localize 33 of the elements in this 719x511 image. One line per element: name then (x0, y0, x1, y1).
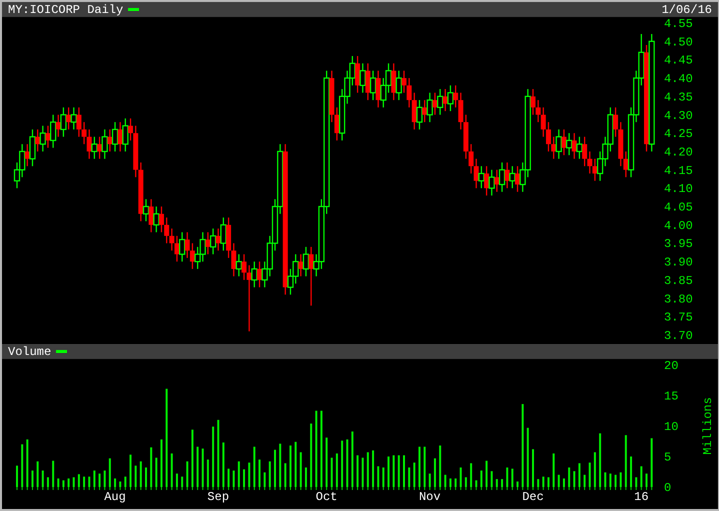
price-axis-label: 4.40 (664, 72, 693, 86)
month-label: 16 (634, 490, 649, 504)
chart-title: MY:IOICORP Daily (8, 2, 124, 16)
month-label: Oct (316, 490, 338, 504)
price-axis-label: 4.55 (664, 17, 693, 31)
price-axis-label: 4.10 (664, 182, 693, 196)
price-axis-label: 4.50 (664, 35, 693, 50)
price-axis-label: 3.70 (664, 329, 693, 343)
volume-title: Volume (8, 344, 52, 358)
price-axis-label: 3.85 (664, 274, 693, 288)
month-label: Nov (419, 490, 441, 504)
price-axis-label: 3.95 (664, 237, 693, 252)
price-axis-label: 4.00 (664, 218, 693, 233)
volume-axis-label: 10 (664, 420, 678, 434)
price-axis-label: 4.45 (664, 54, 693, 68)
price-axis-label: 3.80 (664, 292, 693, 306)
volume-axis-label: 15 (664, 390, 678, 404)
chart-date: 1/06/16 (662, 2, 712, 16)
month-label: Aug (104, 490, 126, 504)
month-label: Dec (522, 490, 544, 504)
price-axis-label: 3.75 (664, 310, 693, 325)
price-axis-label: 4.20 (664, 145, 693, 160)
axis-title: Millions (701, 397, 715, 455)
price-axis-label: 4.25 (664, 127, 693, 142)
price-axis-label: 4.05 (664, 200, 693, 215)
price-axis-label: 4.30 (664, 108, 693, 123)
volume-axis-label: 5 (664, 450, 672, 464)
price-axis-label: 4.35 (664, 90, 693, 104)
price-axis-label: 3.90 (664, 256, 693, 270)
volume-axis-label: 20 (664, 359, 678, 373)
price-axis-label: 4.15 (664, 164, 693, 178)
volume-axis-label: 0 (664, 481, 672, 495)
month-label: Sep (207, 490, 230, 504)
